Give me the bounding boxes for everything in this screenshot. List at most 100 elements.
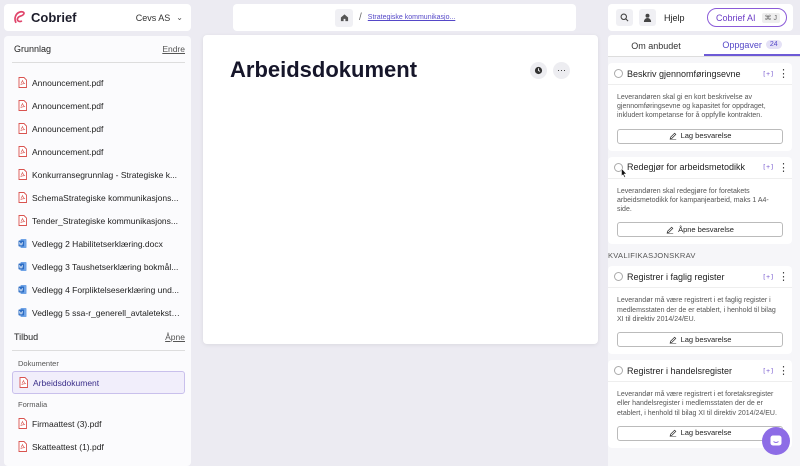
task-answer-button[interactable]: Åpne besvarelse xyxy=(617,222,783,238)
tilbud-open-link[interactable]: Åpne xyxy=(165,332,185,342)
tilbud-title: Tilbud xyxy=(14,332,39,342)
task-count-badge: 24 xyxy=(765,40,782,49)
grunnlag-header: Grunnlag Endre xyxy=(12,44,185,60)
task-description: Leverandøren skal redegjøre for foretake… xyxy=(617,187,769,214)
task-header: Beskriv gjennomføringsevne [+] ⋮ xyxy=(608,63,792,85)
task-description: Leverandør må være registrert i et foret… xyxy=(617,391,777,417)
ai-button-label: Cobrief AI xyxy=(716,12,756,23)
dokumenter-label: Dokumenter xyxy=(18,359,59,368)
reference-icon[interactable]: [+] xyxy=(762,70,774,78)
word-file-icon xyxy=(18,285,27,294)
file-item[interactable]: Vedlegg 4 Forpliktelseserklæring und... xyxy=(12,278,185,301)
pdf-file-icon xyxy=(19,377,28,388)
file-name: Firmaattest (3).pdf xyxy=(32,418,102,429)
task-status-radio[interactable] xyxy=(614,272,623,282)
task-status-radio[interactable] xyxy=(614,69,623,78)
reference-icon[interactable]: [+] xyxy=(762,163,774,171)
history-button[interactable] xyxy=(530,62,547,79)
org-switcher[interactable]: Cevs AS ⌄ xyxy=(136,13,183,23)
task-description: Leverandøren skal gi en kort beskrivelse… xyxy=(617,94,766,120)
cobrief-ai-button[interactable]: Cobrief AI ⌘ J xyxy=(707,8,787,27)
task-card: Beskriv gjennomføringsevne [+] ⋮ Leverandør… xyxy=(608,63,792,151)
edit-icon xyxy=(666,226,674,234)
mouse-cursor-icon xyxy=(621,168,627,178)
help-link[interactable]: Hjelp xyxy=(662,13,687,23)
reference-icon[interactable]: [+] xyxy=(762,273,774,281)
task-title[interactable]: Beskriv gjennomføringsevne xyxy=(627,69,758,79)
task-title[interactable]: Registrer i handelsregister xyxy=(627,366,758,376)
file-name: Announcement.pdf xyxy=(32,123,104,134)
file-item[interactable]: Vedlegg 5 ssa-r_generell_avtaletekst_... xyxy=(12,301,185,324)
kvalifikasjonskrav-label: KVALIFIKASJONSKRAV xyxy=(608,251,696,261)
task-header: Redegjør for arbeidsmetodikk [+] ⋮ xyxy=(608,157,792,179)
breadcrumb-current[interactable]: Strategiske kommunikasjo... xyxy=(368,14,456,21)
task-button-label: Lag besvarelse xyxy=(680,428,732,438)
file-name: Tender_Strategiske kommunikasjons... xyxy=(32,215,178,226)
active-document-item[interactable]: Arbeidsdokument xyxy=(12,371,185,394)
tab-oppgaver[interactable]: Oppgaver 24 xyxy=(704,35,800,56)
top-right-toolbar: Hjelp Cobrief AI ⌘ J xyxy=(608,4,793,31)
divider xyxy=(12,350,185,351)
active-document-name: Arbeidsdokument xyxy=(33,377,100,388)
task-card: Redegjør for arbeidsmetodikk [+] ⋮ Leverand… xyxy=(608,156,792,245)
task-body: Leverandør må være registrert i et fagli… xyxy=(608,288,792,354)
edit-icon xyxy=(669,132,676,141)
formalia-file-list: Firmaattest (3).pdf Skatteattest (1).pdf xyxy=(12,412,185,458)
user-icon xyxy=(643,13,652,22)
task-title[interactable]: Redegjør for arbeidsmetodikk xyxy=(627,162,758,172)
pdf-file-icon xyxy=(18,192,27,203)
grunnlag-file-list: Announcement.pdf Announcement.pdf Announce… xyxy=(12,71,185,324)
more-vertical-icon[interactable]: ⋮ xyxy=(778,161,789,174)
file-name: Vedlegg 3 Taushetserklæring bokmål... xyxy=(32,261,179,272)
home-button[interactable] xyxy=(335,8,353,27)
file-item[interactable]: Firmaattest (3).pdf xyxy=(12,412,185,435)
tilbud-header: Tilbud Åpne xyxy=(12,324,185,348)
file-item[interactable]: Skatteattest (1).pdf xyxy=(12,435,185,458)
file-item[interactable]: SchemaStrategiske kommunikasjons... xyxy=(12,186,185,209)
user-button[interactable] xyxy=(639,9,656,26)
tab-om-anbudet[interactable]: Om anbudet xyxy=(608,35,704,56)
search-button[interactable] xyxy=(616,9,633,26)
task-answer-button[interactable]: Lag besvarelse xyxy=(617,425,783,441)
file-item[interactable]: Announcement.pdf xyxy=(12,140,185,163)
more-options-button[interactable]: ⋯ xyxy=(553,62,570,79)
more-vertical-icon[interactable]: ⋮ xyxy=(778,270,789,283)
more-vertical-icon[interactable]: ⋮ xyxy=(778,364,789,377)
file-name: Konkurransegrunnlag - Strategiske k... xyxy=(32,169,178,180)
logo[interactable]: Cobrief xyxy=(12,10,77,25)
task-list: Beskriv gjennomføringsevne [+] ⋮ Leverandør… xyxy=(608,63,800,245)
breadcrumb: / Strategiske kommunikasjo... xyxy=(233,4,576,31)
file-item[interactable]: Vedlegg 3 Taushetserklæring bokmål... xyxy=(12,255,185,278)
task-header: Registrer i faglig register [+] ⋮ xyxy=(608,266,792,289)
grunnlag-edit-link[interactable]: Endre xyxy=(162,44,185,54)
more-vertical-icon[interactable]: ⋮ xyxy=(778,67,789,80)
file-item[interactable]: Announcement.pdf xyxy=(12,94,185,117)
file-item[interactable]: Tender_Strategiske kommunikasjons... xyxy=(12,209,185,232)
document-editor[interactable]: Arbeidsdokument ⋯ xyxy=(203,35,598,344)
pdf-file-icon xyxy=(18,100,27,111)
task-description: Leverandør må være registrert i et fagli… xyxy=(617,297,776,323)
search-icon xyxy=(620,13,629,22)
pdf-file-icon xyxy=(18,169,27,180)
task-header: Registrer i handelsregister [+] ⋮ xyxy=(608,360,792,383)
home-icon xyxy=(340,14,348,22)
task-answer-button[interactable]: Lag besvarelse xyxy=(617,128,783,144)
reference-icon[interactable]: [+] xyxy=(762,367,774,375)
file-item[interactable]: Announcement.pdf xyxy=(12,117,185,140)
file-item[interactable]: Announcement.pdf xyxy=(12,71,185,94)
clock-icon xyxy=(534,66,543,75)
tasks-panel: Om anbudet Oppgaver 24 Beskriv gjennomfø… xyxy=(608,35,800,466)
document-title[interactable]: Arbeidsdokument xyxy=(230,57,417,83)
file-item[interactable]: Vedlegg 2 Habilitetserklæring.docx xyxy=(12,232,185,255)
file-item[interactable]: Konkurransegrunnlag - Strategiske k... xyxy=(12,163,185,186)
file-name: Announcement.pdf xyxy=(32,100,104,111)
task-button-label: Lag besvarelse xyxy=(680,334,732,344)
task-title[interactable]: Registrer i faglig register xyxy=(627,272,758,282)
task-answer-button[interactable]: Lag besvarelse xyxy=(617,332,783,348)
file-name: SchemaStrategiske kommunikasjons... xyxy=(32,192,179,203)
task-button-label: Åpne besvarelse xyxy=(678,224,734,234)
task-status-radio[interactable] xyxy=(614,366,623,376)
pdf-file-icon xyxy=(18,123,27,134)
chat-support-button[interactable] xyxy=(762,427,790,455)
pdf-file-icon xyxy=(18,77,27,88)
